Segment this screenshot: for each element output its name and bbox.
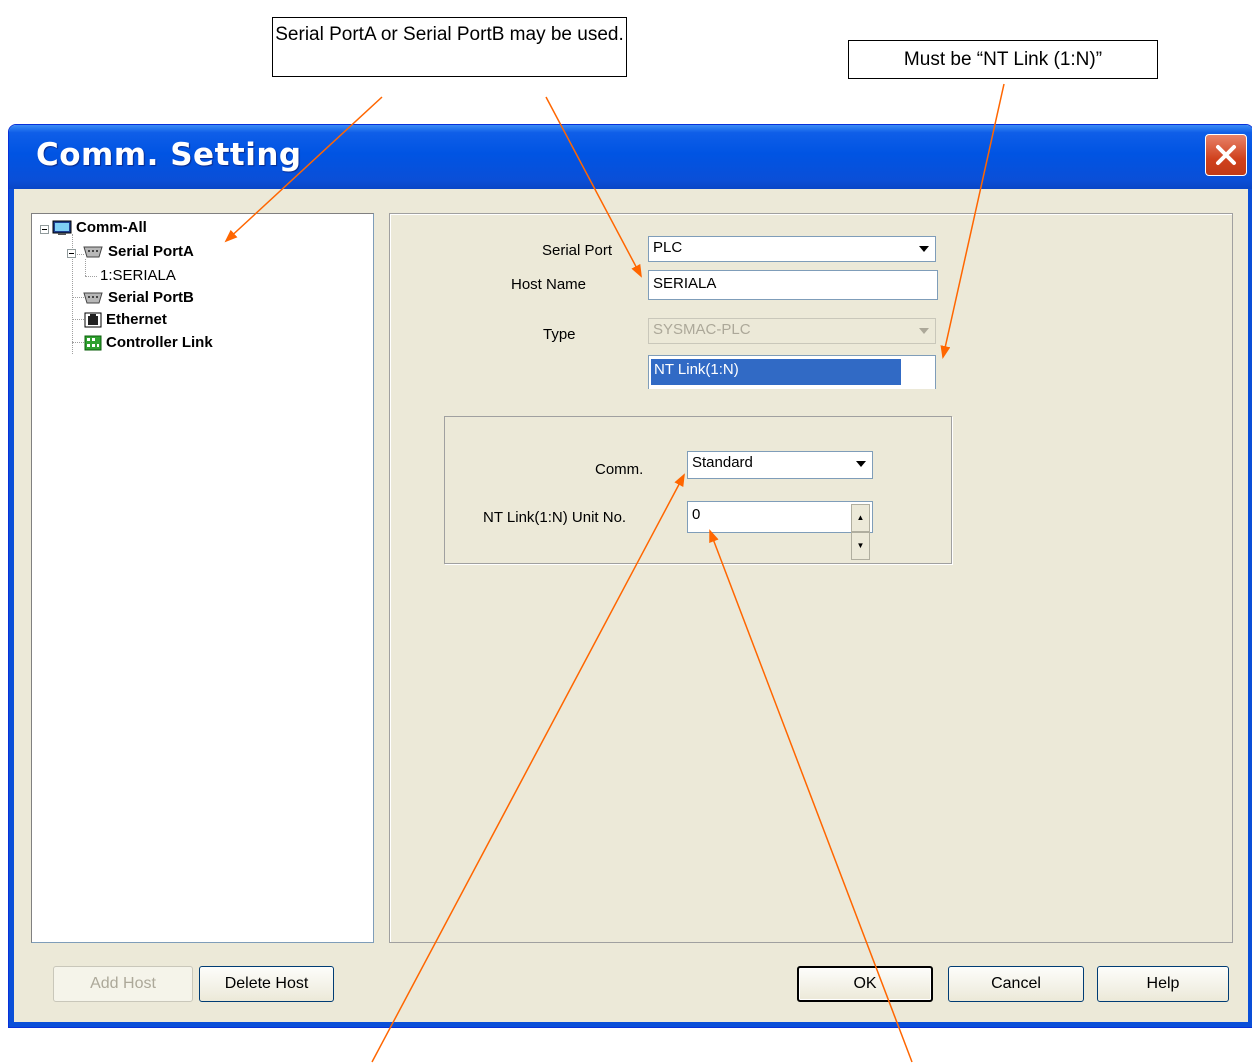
- title-bar[interactable]: Comm. Setting: [9, 125, 1252, 189]
- type-select: SYSMAC-PLC: [648, 318, 936, 344]
- serial-port-label: Serial Port: [542, 242, 613, 259]
- serial-port-icon: [83, 246, 103, 257]
- type-label: Type: [543, 326, 576, 343]
- chevron-down-icon: [914, 239, 933, 258]
- spin-up-icon[interactable]: ▲: [851, 504, 870, 532]
- comm-select[interactable]: Standard: [687, 451, 873, 479]
- chevron-down-icon: [914, 321, 933, 340]
- close-icon: [1216, 145, 1236, 165]
- monitor-icon: [52, 220, 72, 235]
- unit-no-value: 0: [692, 506, 701, 523]
- unit-no-label: NT Link(1:N) Unit No.: [483, 509, 627, 526]
- collapse-toggle-serial-porta[interactable]: [67, 249, 76, 258]
- chevron-down-icon: [851, 454, 870, 473]
- host-name-label: Host Name: [511, 276, 587, 293]
- tree-item-comm-all[interactable]: Comm-All: [52, 219, 147, 236]
- collapse-toggle-root[interactable]: [40, 225, 49, 234]
- type-value: SYSMAC-PLC: [653, 321, 751, 338]
- comm-setting-dialog: Comm. Setting Comm-All Serial PortA 1:SE…: [8, 124, 1252, 1028]
- tree-item-label: Serial PortB: [108, 289, 194, 306]
- help-button[interactable]: Help: [1097, 966, 1229, 1002]
- serial-port-select[interactable]: PLC: [648, 236, 936, 262]
- comm-value: Standard: [692, 454, 753, 471]
- delete-host-button[interactable]: Delete Host: [199, 966, 334, 1002]
- callout-nt-link: Must be “NT Link (1:N)”: [848, 40, 1158, 79]
- close-button[interactable]: [1205, 134, 1247, 176]
- tree-item-label: Comm-All: [76, 219, 147, 236]
- settings-panel: Serial Port PLC Host Name SERIALA Type S…: [389, 213, 1233, 943]
- unit-no-stepper[interactable]: 0 ▲ ▼: [687, 501, 873, 560]
- controller-link-icon: [84, 335, 102, 350]
- host-name-input[interactable]: SERIALA: [648, 270, 938, 300]
- tree-item-label: Controller Link: [106, 334, 213, 351]
- tree-item-controller-link[interactable]: Controller Link: [84, 334, 213, 351]
- tree-item-label: Ethernet: [106, 311, 167, 328]
- host-name-value: SERIALA: [653, 275, 717, 292]
- tree-item-ethernet[interactable]: Ethernet: [84, 311, 167, 328]
- serial-port-icon: [83, 292, 103, 303]
- cancel-button[interactable]: Cancel: [948, 966, 1084, 1002]
- tree-item-label: Serial PortA: [108, 243, 194, 260]
- protocol-option-selected[interactable]: NT Link(1:N): [651, 359, 901, 385]
- comm-groupbox: Comm. Standard NT Link(1:N) Unit No. 0 ▲…: [444, 416, 952, 564]
- tree-item-serial-portb[interactable]: Serial PortB: [82, 289, 194, 306]
- tree-item-serial-porta[interactable]: Serial PortA: [82, 243, 194, 260]
- host-tree[interactable]: Comm-All Serial PortA 1:SERIALA Serial P…: [31, 213, 374, 943]
- serial-port-value: PLC: [653, 239, 683, 256]
- ethernet-icon: [84, 312, 102, 327]
- comm-label: Comm.: [595, 461, 644, 478]
- tree-item-label: 1:SERIALA: [100, 267, 176, 284]
- spin-down-icon[interactable]: ▼: [851, 532, 870, 560]
- dialog-title: Comm. Setting: [36, 137, 302, 173]
- callout-serial-ports: Serial PortA or Serial PortB may be used…: [272, 17, 627, 77]
- ok-button[interactable]: OK: [797, 966, 933, 1002]
- add-host-button[interactable]: Add Host: [53, 966, 193, 1002]
- tree-item-seriala-host[interactable]: 1:SERIALA: [100, 267, 176, 284]
